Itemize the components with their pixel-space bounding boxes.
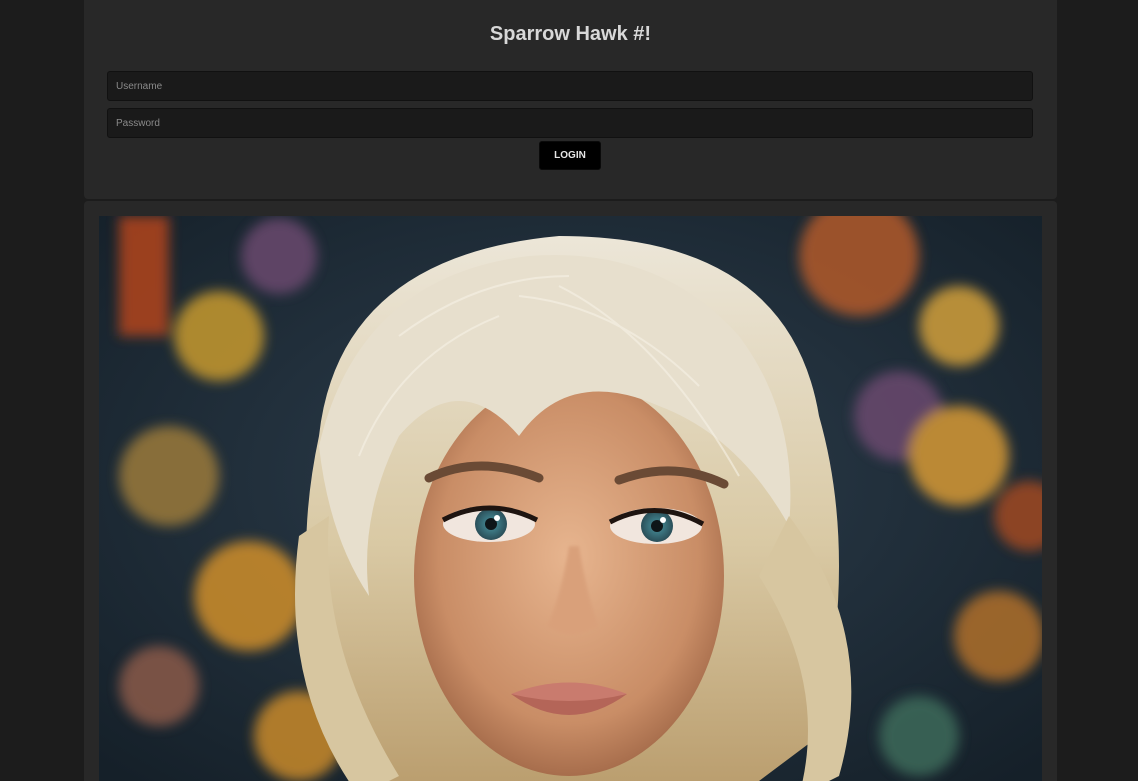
password-input[interactable]	[107, 108, 1033, 138]
portrait-photo	[99, 216, 1042, 781]
username-input[interactable]	[107, 71, 1033, 101]
login-button[interactable]: LOGIN	[539, 141, 601, 170]
page: Sparrow Hawk #! LOGIN	[0, 0, 1138, 781]
login-panel: Sparrow Hawk #! LOGIN	[84, 0, 1057, 199]
photo-panel	[84, 201, 1057, 781]
site-title: Sparrow Hawk #!	[489, 23, 652, 45]
